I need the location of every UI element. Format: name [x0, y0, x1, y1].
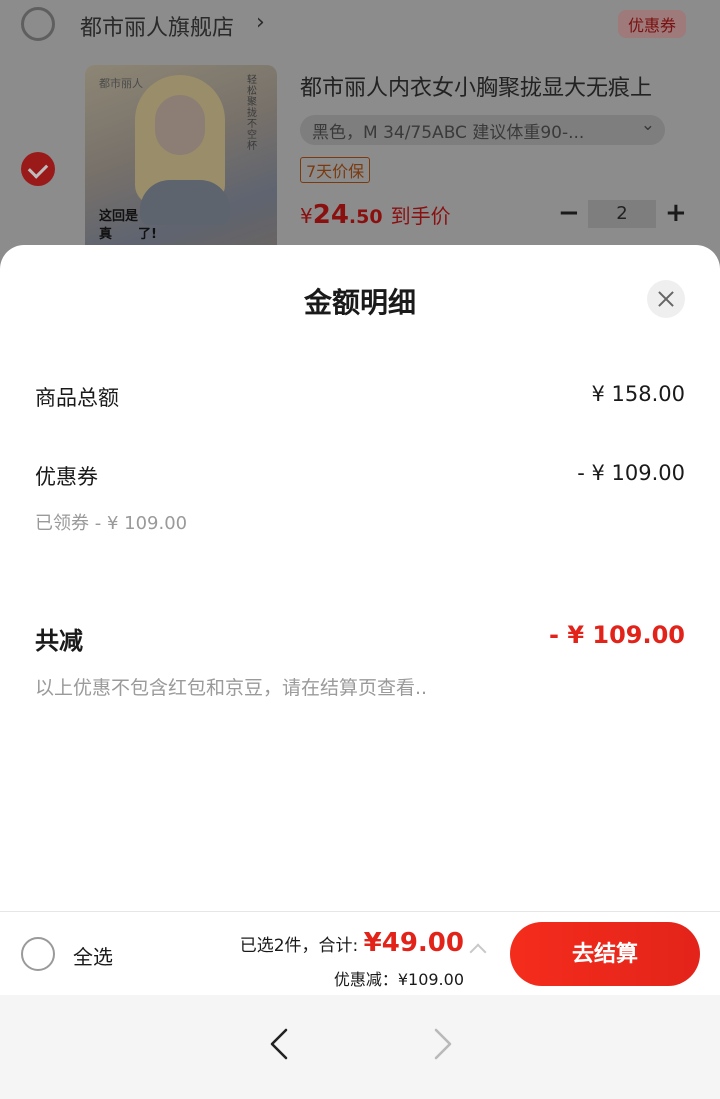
total-reduce-label: 共减 [35, 627, 83, 655]
shop-select-radio[interactable] [21, 7, 55, 41]
product-price: ¥24.50 到手价 [300, 200, 451, 230]
quantity-decrease-button[interactable]: − [558, 198, 580, 228]
total-amount: ¥49.00 [363, 928, 464, 958]
select-all-radio[interactable] [21, 937, 55, 971]
disclaimer-text: 以上优惠不包含红包和京豆，请在结算页查看.. [35, 677, 428, 699]
amount-detail-sheet: 金额明细 商品总额 ¥ 158.00 优惠券 - ¥ 109.00 已领券 - … [0, 245, 720, 911]
thumbnail-brand-logo: 都市丽人 [99, 77, 143, 90]
product-title[interactable]: 都市丽人内衣女小胸聚拢显大无痕上 [300, 70, 700, 102]
shop-arrow-icon[interactable]: › [256, 10, 265, 35]
goods-total-value: ¥ 158.00 [591, 382, 685, 406]
sheet-title: 金额明细 [303, 286, 416, 319]
price-decimal: .50 [348, 206, 383, 228]
quantity-input[interactable]: 2 [588, 200, 656, 228]
price-symbol: ¥ [300, 204, 313, 228]
goods-total-label: 商品总额 [35, 386, 119, 410]
coupon-value: - ¥ 109.00 [577, 461, 685, 485]
thumbnail-promo-line1: 这回是 [99, 209, 139, 224]
thumbnail-side-text: 轻松聚拢不空杯 [247, 75, 257, 152]
variant-chevron-icon: ⌄ [640, 115, 655, 135]
total-reduce-value: - ¥ 109.00 [549, 621, 685, 649]
product-select-checkbox[interactable] [21, 152, 55, 186]
shop-coupon-tag[interactable]: 优惠券 [617, 10, 686, 38]
checkout-button[interactable]: 去结算 [510, 922, 700, 986]
coupon-label: 优惠券 [35, 465, 98, 489]
price-note: 到手价 [390, 204, 451, 228]
order-summary[interactable]: 已选2件，合计: ¥49.00 [240, 928, 464, 958]
product-thumbnail[interactable]: 都市丽人 轻松聚拢不空杯 这回是 真 了! [85, 65, 277, 255]
quantity-increase-button[interactable]: + [665, 198, 687, 228]
price-integer: 24 [312, 200, 349, 230]
thumbnail-product [140, 180, 230, 225]
price-protect-badge: 7天价保 [300, 157, 371, 183]
chevron-right-icon[interactable] [426, 1027, 456, 1061]
select-all-label[interactable]: 全选 [73, 941, 113, 970]
coupon-note: 已领券 - ¥ 109.00 [35, 513, 188, 534]
variant-selector[interactable]: 黑色，M 34/75ABC 建议体重90-... ⌄ [300, 115, 665, 145]
shop-name[interactable]: 都市丽人旗舰店 [80, 10, 234, 42]
chevron-up-icon[interactable] [469, 943, 487, 961]
chevron-left-icon[interactable] [266, 1027, 296, 1061]
cart-shop-card: 都市丽人旗舰店 › 优惠券 都市丽人 轻松聚拢不空杯 这回是 真 了! 都市丽人… [0, 0, 720, 280]
discount-summary[interactable]: 优惠减：¥109.00 [334, 966, 464, 990]
selected-count-text: 已选2件，合计: [239, 936, 364, 956]
browser-nav-bar [0, 995, 720, 1099]
thumbnail-promo-line2: 真 了! [99, 227, 157, 242]
thumbnail-model-face [155, 95, 205, 155]
variant-label: 黑色，M 34/75ABC 建议体重90-... [312, 123, 585, 143]
close-icon[interactable] [647, 280, 685, 318]
checkout-bar: 全选 已选2件，合计: ¥49.00 优惠减：¥109.00 去结算 [0, 911, 720, 995]
